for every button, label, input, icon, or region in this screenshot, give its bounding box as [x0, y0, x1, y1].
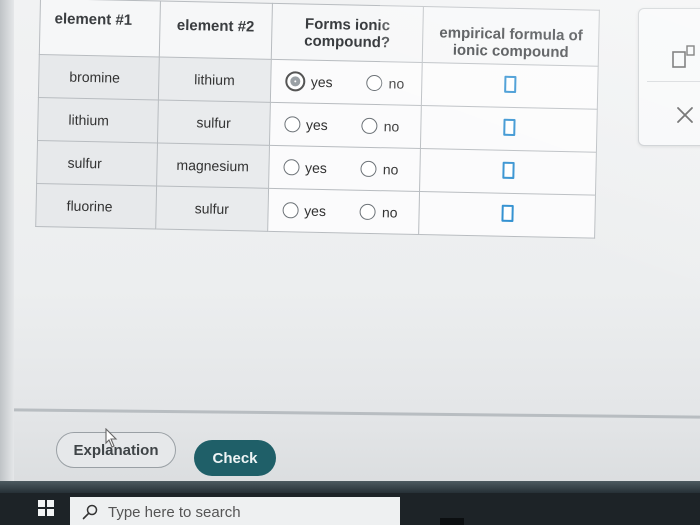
radio-no[interactable]: no — [359, 203, 398, 221]
answer-tools-panel — [638, 8, 700, 146]
close-icon[interactable] — [675, 105, 695, 125]
monitor-bezel — [0, 0, 14, 525]
radio-no-label: no — [382, 161, 399, 178]
mouse-cursor-icon — [105, 428, 118, 448]
cell-element-2: sulfur — [157, 99, 270, 146]
radio-no-label: no — [383, 118, 400, 135]
radio-yes[interactable]: yes — [284, 71, 333, 92]
radio-group: yes no — [282, 202, 419, 221]
cell-empirical-formula — [421, 62, 599, 110]
radio-group: yes no — [282, 159, 420, 178]
panel-divider — [647, 81, 700, 82]
header-forms-ionic: Forms ionic compound? — [270, 3, 424, 63]
radio-yes-label: yes — [305, 116, 328, 134]
header-element-1: element #1 — [39, 0, 161, 58]
radio-yes-label: yes — [304, 202, 327, 220]
radio-yes-label: yes — [304, 159, 328, 177]
check-button[interactable]: Check — [194, 440, 276, 476]
superscript-icon[interactable] — [671, 45, 695, 69]
search-placeholder: Type here to search — [108, 503, 241, 521]
formula-input[interactable] — [503, 75, 517, 93]
radio-circle[interactable] — [282, 202, 299, 219]
radio-no-label: no — [381, 204, 398, 221]
cell-forms-ionic: yes no — [267, 188, 420, 235]
radio-no-label: no — [388, 75, 405, 92]
radio-circle[interactable] — [282, 159, 300, 176]
cell-element-2: sulfur — [155, 185, 269, 232]
radio-yes[interactable]: yes — [283, 116, 328, 134]
radio-no[interactable]: no — [360, 160, 399, 178]
cell-forms-ionic: yes no — [268, 145, 421, 192]
radio-circle[interactable] — [360, 160, 378, 178]
formula-input[interactable] — [502, 161, 515, 179]
radio-no[interactable]: no — [366, 74, 405, 92]
cell-empirical-formula — [419, 191, 596, 239]
radio-circle[interactable] — [361, 117, 378, 135]
formula-input[interactable] — [501, 204, 514, 222]
radio-yes-label: yes — [310, 73, 333, 91]
cell-forms-ionic: yes no — [269, 102, 422, 149]
radio-circle[interactable] — [284, 71, 306, 92]
cell-element-2: magnesium — [156, 142, 270, 189]
radio-circle[interactable] — [366, 74, 383, 92]
radio-circle[interactable] — [359, 203, 377, 221]
cell-element-2: lithium — [158, 57, 271, 103]
monitor-bottom-edge — [0, 481, 700, 493]
radio-group: yes no — [283, 116, 421, 135]
header-empirical-formula: empirical formula of ionic compound — [422, 6, 600, 67]
radio-group: yes no — [284, 71, 422, 94]
cell-forms-ionic: yes no — [269, 59, 423, 106]
taskbar-search-box[interactable]: Type here to search — [70, 497, 400, 525]
cell-element-1: sulfur — [36, 140, 158, 186]
search-icon — [82, 504, 98, 520]
cell-element-1: lithium — [37, 97, 159, 143]
header-element-2: element #2 — [159, 1, 273, 60]
cell-element-1: bromine — [38, 54, 160, 100]
radio-yes[interactable]: yes — [282, 202, 326, 219]
radio-circle[interactable] — [283, 116, 301, 133]
cell-element-1: fluorine — [35, 183, 157, 229]
radio-no[interactable]: no — [361, 117, 400, 135]
question-table-container: element #1 element #2 Forms ionic compou… — [35, 0, 630, 272]
windows-start-icon[interactable] — [38, 500, 54, 516]
cell-empirical-formula — [420, 105, 598, 153]
question-table: element #1 element #2 Forms ionic compou… — [35, 0, 600, 239]
radio-yes[interactable]: yes — [282, 159, 328, 177]
formula-input[interactable] — [502, 118, 516, 136]
cell-empirical-formula — [419, 148, 597, 196]
taskbar-app-indicator[interactable] — [440, 518, 464, 525]
